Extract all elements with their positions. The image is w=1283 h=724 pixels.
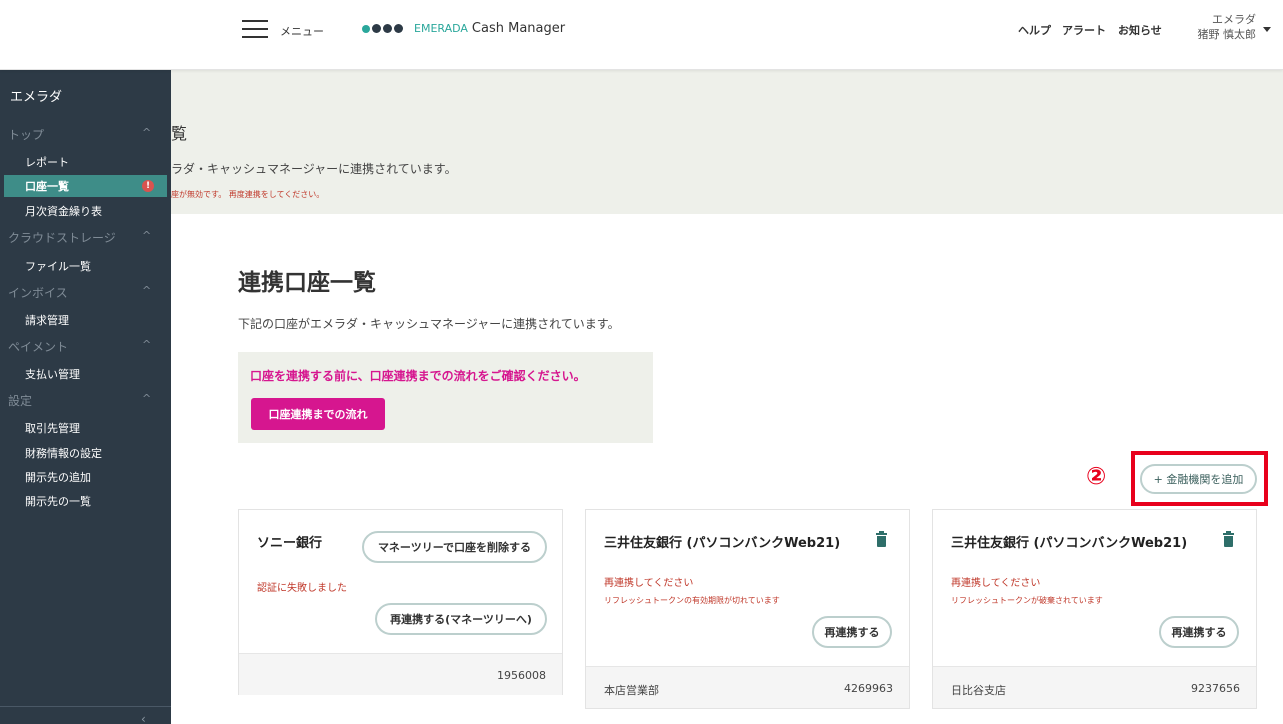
connection-flow-button[interactable]: 口座連携までの流れ xyxy=(251,398,385,430)
sidebar-item-add-disclosure[interactable]: 開示先の追加 xyxy=(25,469,91,485)
sidebar-item-payments[interactable]: 支払い管理 xyxy=(25,366,80,382)
user-name: 猪野 慎太郎 xyxy=(1197,28,1257,41)
trash-icon[interactable] xyxy=(876,531,887,547)
chevron-up-icon[interactable]: ^ xyxy=(142,338,151,351)
sidebar-item-billing[interactable]: 請求管理 xyxy=(25,312,69,328)
chevron-up-icon[interactable]: ^ xyxy=(142,229,151,242)
alert-link[interactable]: アラート xyxy=(1062,22,1106,38)
sidebar-item-files[interactable]: ファイル一覧 xyxy=(25,258,91,274)
branch-name: 本店営業部 xyxy=(604,684,659,697)
account-card: 三井住友銀行 (パソコンバンクWeb21) 再連携してください リフレッシュトー… xyxy=(932,509,1257,709)
reconnect-moneytree-button[interactable]: 再連携する(マネーツリーへ) xyxy=(375,603,547,635)
card-error-detail: リフレッシュトークンが破棄されています xyxy=(951,596,1103,605)
annotation-number-2: ② xyxy=(1086,462,1107,490)
brand-name: EMERADA xyxy=(414,22,468,35)
banner-title: 覧 xyxy=(171,124,188,143)
sidebar-section-top[interactable]: トップ xyxy=(8,126,44,143)
sidebar-section-storage[interactable]: クラウドストレージ xyxy=(8,229,116,246)
user-menu[interactable]: エメラダ 猪野 慎太郎 xyxy=(1190,12,1257,42)
account-card: 三井住友銀行 (パソコンバンクWeb21) 再連携してください リフレッシュトー… xyxy=(585,509,910,709)
banner-error: 座が無効です。 再度連携をしてください。 xyxy=(171,190,325,199)
add-financial-institution-button[interactable]: + 金融機関を追加 xyxy=(1140,464,1257,494)
chevron-up-icon[interactable]: ^ xyxy=(142,392,151,405)
trash-icon[interactable] xyxy=(1223,531,1234,547)
news-link[interactable]: お知らせ xyxy=(1118,22,1162,38)
company-name: エメラダ xyxy=(1212,13,1256,26)
delete-in-moneytree-button[interactable]: マネーツリーで口座を削除する xyxy=(362,531,547,563)
account-number: 1956008 xyxy=(497,669,546,682)
sidebar-divider xyxy=(0,706,171,707)
notice-text: 口座を連携する前に、口座連携までの流れをご確認ください。 xyxy=(250,369,586,383)
page-title: 連携口座一覧 xyxy=(238,270,376,296)
sidebar-item-accounts[interactable]: 口座一覧 xyxy=(25,178,69,194)
card-footer: 日比谷支店 9237656 xyxy=(933,666,1256,708)
card-error-text: 再連携してください xyxy=(951,578,1041,589)
top-header: メニュー EMERADA Cash Manager ヘルプ アラート お知らせ エ… xyxy=(0,0,1283,70)
bank-name: 三井住友銀行 (パソコンバンクWeb21) xyxy=(951,536,1188,551)
sidebar-company-title: エメラダ xyxy=(10,90,63,105)
account-card: ソニー銀行 マネーツリーで口座を削除する 認証に失敗しました 再連携する(マネー… xyxy=(238,509,563,695)
page-banner: 覧 ラダ・キャッシュマネージャーに連携されています。 座が無効です。 再度連携を… xyxy=(171,70,1283,214)
logo-dots-icon xyxy=(362,24,405,33)
alert-badge-icon: ! xyxy=(142,180,154,192)
app-logo: EMERADA Cash Manager xyxy=(362,21,565,36)
sidebar-item-partners[interactable]: 取引先管理 xyxy=(25,420,80,436)
help-link[interactable]: ヘルプ xyxy=(1018,22,1051,38)
caret-down-icon[interactable] xyxy=(1263,27,1271,32)
chevron-up-icon[interactable]: ^ xyxy=(142,126,151,139)
sidebar: エメラダ トップ ^ レポート 口座一覧 ! 月次資金繰り表 クラウドストレージ… xyxy=(0,70,171,724)
notice-panel: 口座を連携する前に、口座連携までの流れをご確認ください。 口座連携までの流れ xyxy=(238,352,653,443)
chevron-up-icon[interactable]: ^ xyxy=(142,284,151,297)
page-subtitle: 下記の口座がエメラダ・キャッシュマネージャーに連携されています。 xyxy=(238,317,620,331)
bank-name: 三井住友銀行 (パソコンバンクWeb21) xyxy=(604,536,841,551)
sidebar-item-report[interactable]: レポート xyxy=(25,154,69,170)
sidebar-section-invoice[interactable]: インボイス xyxy=(8,284,68,301)
card-footer: 1956008 xyxy=(239,653,562,695)
reconnect-button[interactable]: 再連携する xyxy=(812,616,892,648)
account-number: 9237656 xyxy=(1191,682,1240,695)
sidebar-item-cashflow[interactable]: 月次資金繰り表 xyxy=(25,203,102,219)
card-footer: 本店営業部 4269963 xyxy=(586,666,909,708)
sidebar-item-disclosure-list[interactable]: 開示先の一覧 xyxy=(25,493,91,509)
app-name: Cash Manager xyxy=(471,21,566,36)
branch-name: 日比谷支店 xyxy=(951,684,1006,697)
card-error-text: 再連携してください xyxy=(604,578,694,589)
account-number: 4269963 xyxy=(844,682,893,695)
collapse-sidebar-icon[interactable]: ‹ xyxy=(141,712,146,724)
card-error-text: 認証に失敗しました xyxy=(257,583,347,594)
sidebar-section-payment[interactable]: ペイメント xyxy=(8,338,68,355)
card-error-detail: リフレッシュトークンの有効期限が切れています xyxy=(604,596,780,605)
banner-subtitle: ラダ・キャッシュマネージャーに連携されています。 xyxy=(171,162,457,176)
sidebar-item-financial-settings[interactable]: 財務情報の設定 xyxy=(25,445,102,461)
reconnect-button[interactable]: 再連携する xyxy=(1159,616,1239,648)
hamburger-menu-icon[interactable] xyxy=(242,20,268,40)
sidebar-section-settings[interactable]: 設定 xyxy=(8,392,32,409)
menu-label[interactable]: メニュー xyxy=(280,23,324,39)
bank-name: ソニー銀行 xyxy=(257,536,323,551)
